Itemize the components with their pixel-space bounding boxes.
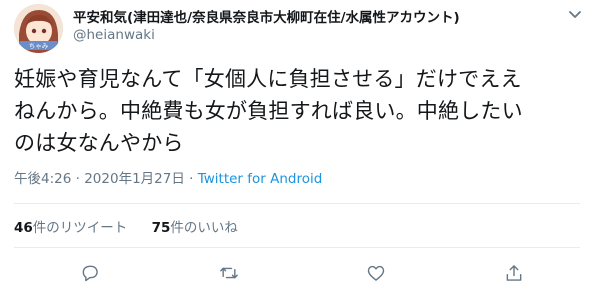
retweets-count: 46 <box>14 220 33 236</box>
tweet-date[interactable]: 2020年1月27日 <box>84 171 185 187</box>
divider <box>14 203 580 204</box>
retweets-stat[interactable]: 46件のリツイート <box>14 220 127 236</box>
share-icon[interactable] <box>504 263 524 283</box>
chevron-down-icon[interactable] <box>567 6 583 22</box>
meta-separator: · <box>189 171 194 187</box>
heart-icon[interactable] <box>366 263 386 283</box>
tweet-meta: 午後4:26 · 2020年1月27日 · Twitter for Androi… <box>14 167 322 187</box>
tweet-text: 妊娠や育児なんて「女個人に負担させる」だけでええ ねんから。中絶費も女が負担すれ… <box>14 63 586 159</box>
reply-icon[interactable] <box>80 263 100 283</box>
tweet-source-link[interactable]: Twitter for Android <box>198 171 323 187</box>
display-name[interactable]: 平安和気(津田達也/奈良県奈良市大柳町在住/水属性アカウント) <box>73 6 460 26</box>
retweet-icon[interactable] <box>219 263 239 283</box>
likes-stat[interactable]: 75件のいいね <box>152 220 238 236</box>
retweets-label: 件のリツイート <box>32 220 128 236</box>
likes-count: 75 <box>151 220 171 236</box>
tweet-text-line: 妊娠や育児なんて「女個人に負担させる」だけでええ <box>14 67 522 91</box>
tweet-time[interactable]: 午後4:26 <box>14 171 71 187</box>
avatar[interactable]: ちゃみ <box>14 4 63 53</box>
tweet-stats: 46件のリツイート 75件のいいね <box>14 216 238 236</box>
avatar-logo-text: ちゃみ <box>29 42 49 50</box>
tweet-card: ちゃみ 平安和気(津田達也/奈良県奈良市大柳町在住/水属性アカウント) @hei… <box>0 0 594 296</box>
likes-label: 件のいいね <box>170 220 238 236</box>
user-handle[interactable]: @heianwaki <box>73 27 155 43</box>
tweet-text-line: のは女なんやから <box>14 131 184 155</box>
meta-separator: · <box>75 171 80 187</box>
divider <box>14 247 580 248</box>
tweet-text-line: ねんから。中絶費も女が負担すれば良い。中絶したい <box>14 99 523 123</box>
